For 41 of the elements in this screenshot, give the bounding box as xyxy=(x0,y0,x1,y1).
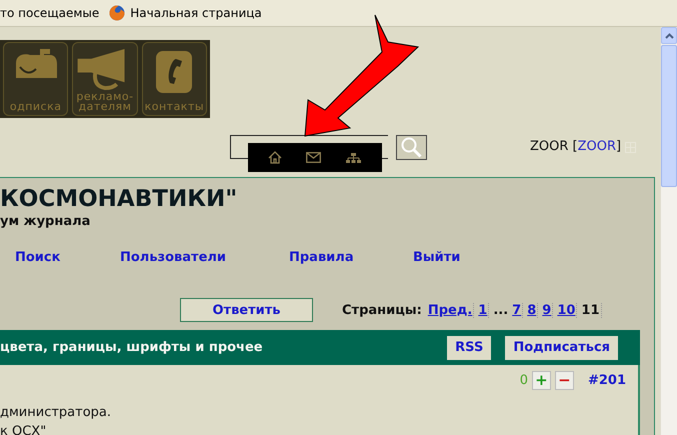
page-link[interactable]: 7 xyxy=(512,302,524,318)
page-link[interactable]: 9 xyxy=(542,302,554,318)
user-name: ZOOR xyxy=(530,139,570,154)
downvote-button[interactable]: − xyxy=(554,370,574,390)
scroll-thumb[interactable] xyxy=(661,45,677,187)
profile-link[interactable]: ZOOR xyxy=(578,139,616,154)
nav-link[interactable]: Правила xyxy=(289,250,354,265)
search-icon xyxy=(400,137,424,158)
nav-link[interactable]: Выйти xyxy=(413,250,460,265)
rss-button[interactable]: RSS xyxy=(447,336,492,360)
browser-icon xyxy=(109,5,126,21)
hierarchy-icon[interactable] xyxy=(345,152,362,164)
scroll-up-button[interactable] xyxy=(661,27,677,44)
nav-link[interactable]: Пользователи xyxy=(120,250,226,265)
rating-count: 0 xyxy=(520,372,528,388)
bracket-text: [ xyxy=(572,139,578,154)
reply-button[interactable]: Ответить xyxy=(180,298,313,322)
bracket-text: ] xyxy=(616,139,622,154)
page-link[interactable]: 10 xyxy=(557,302,578,318)
envelope-icon[interactable] xyxy=(306,152,321,163)
post-text-line: дминистратора. xyxy=(0,404,112,422)
subscribe-button[interactable]: Подписаться xyxy=(505,336,618,360)
bookmark-link[interactable]: то посещаемые xyxy=(0,6,100,20)
forum-subtitle: ум журнала xyxy=(0,214,92,230)
page-link[interactable]: 11 xyxy=(581,302,602,318)
page-link[interactable]: 8 xyxy=(527,302,538,318)
post-text-line: к ОСХ" xyxy=(0,423,48,435)
page-link[interactable]: Пред. xyxy=(428,302,474,318)
page-link[interactable]: 1 xyxy=(478,302,490,318)
upvote-button[interactable]: + xyxy=(532,370,551,390)
post-number-link[interactable]: #201 xyxy=(588,372,626,388)
search-button[interactable] xyxy=(396,135,427,160)
pages-label: Страницы: xyxy=(342,302,422,318)
forum-title: КОСМОНАВТИКИ" xyxy=(0,185,238,214)
caret-icon xyxy=(664,32,674,38)
nav-link[interactable]: Поиск xyxy=(15,250,60,265)
topic-title: цвета, границы, шрифты и прочее xyxy=(0,340,264,355)
home-icon[interactable] xyxy=(268,151,282,164)
bookmark-link[interactable]: Начальная страница xyxy=(130,6,262,20)
ellipsis-text: ... xyxy=(493,302,508,318)
phone-icon xyxy=(154,49,194,95)
